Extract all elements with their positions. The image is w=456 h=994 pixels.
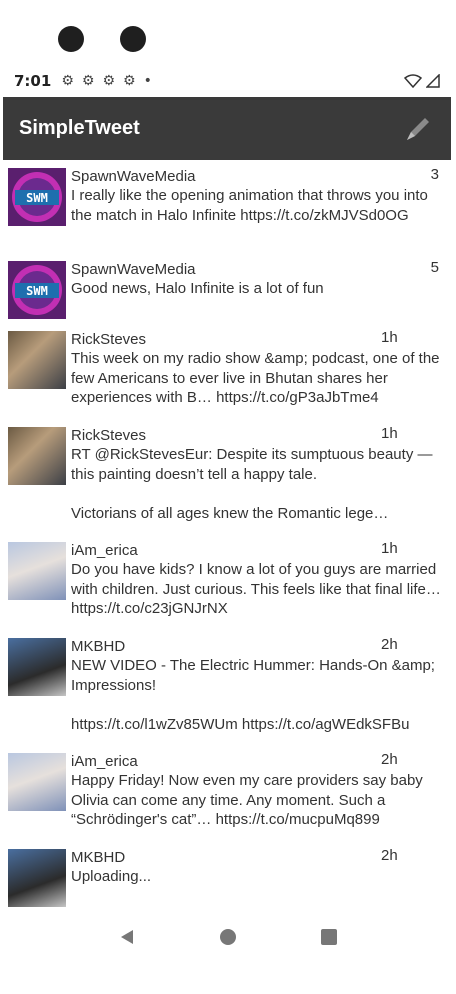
avatar[interactable]	[8, 753, 66, 811]
tweet-item[interactable]: MKBHD 2h NEW VIDEO - The Electric Hummer…	[3, 630, 449, 745]
compose-icon	[407, 117, 429, 140]
tweet-time: 1h	[381, 329, 398, 346]
avatar[interactable]	[8, 638, 66, 696]
settings-icon: ⚙	[102, 73, 115, 89]
tweet-text: Good news, Halo Infinite is a lot of fun	[71, 280, 324, 297]
tweet-time: 2h	[381, 751, 398, 768]
tweet-body: SpawnWaveMedia 5 Good news, Halo Infinit…	[71, 259, 443, 317]
settings-icon: ⚙	[61, 73, 74, 89]
tweet-text: This week on my radio show &amp; podcast…	[71, 350, 440, 406]
recents-button[interactable]	[317, 925, 341, 949]
tweet-item[interactable]: iAm_erica 1h Do you have kids? I know a …	[3, 534, 449, 630]
tweet-header: RickSteves 1h	[71, 425, 443, 445]
svg-text:SWM: SWM	[26, 191, 48, 205]
swm-logo-icon: SWM	[8, 168, 66, 226]
back-button[interactable]	[115, 925, 139, 949]
tweet-time: 5	[430, 259, 439, 276]
tweet-text: Happy Friday! Now even my care providers…	[71, 772, 423, 828]
app-bar: SimpleTweet	[3, 97, 451, 160]
app-title: SimpleTweet	[19, 117, 140, 139]
settings-icon: ⚙	[81, 73, 95, 89]
user-name[interactable]: SpawnWaveMedia	[71, 168, 196, 185]
tweet-body: MKBHD 2h NEW VIDEO - The Electric Hummer…	[71, 636, 443, 739]
tweet-time: 3	[430, 166, 439, 183]
tweet-item[interactable]: MKBHD 2h Uploading...	[3, 841, 449, 908]
user-name[interactable]: RickSteves	[71, 331, 146, 348]
tweet-header: RickSteves 1h	[71, 329, 443, 349]
wifi-icon	[404, 74, 422, 88]
status-time: 7:01	[14, 72, 52, 90]
avatar[interactable]	[8, 331, 66, 389]
tweet-text: NEW VIDEO - The Electric Hummer: Hands-O…	[71, 657, 435, 733]
tweet-time: 2h	[381, 636, 398, 653]
avatar[interactable]: SWM	[8, 261, 66, 319]
avatar[interactable]: SWM	[8, 168, 66, 226]
tweet-item[interactable]: iAm_erica 2h Happy Friday! Now even my c…	[3, 745, 449, 841]
tweet-item[interactable]: RickSteves 1h RT @RickStevesEur: Despite…	[3, 419, 449, 534]
tweet-item[interactable]: SWM SpawnWaveMedia 5 Good news, Halo Inf…	[3, 253, 449, 323]
tweet-item[interactable]: SWM SpawnWaveMedia 3 I really like the o…	[3, 160, 449, 253]
tweet-body: RickSteves 1h RT @RickStevesEur: Despite…	[71, 425, 443, 528]
settings-icon: ⚙	[123, 73, 136, 89]
user-name[interactable]: iAm_erica	[71, 542, 138, 559]
back-icon	[120, 930, 133, 944]
front-camera-secondary	[120, 26, 146, 52]
tweet-header: iAm_erica 2h	[71, 751, 443, 771]
system-nav-bar	[6, 910, 450, 964]
tweet-header: MKBHD 2h	[71, 847, 443, 867]
status-bar: 7:01 ⚙ ⚙ ⚙ ⚙ •	[4, 66, 450, 96]
recents-icon	[321, 929, 338, 945]
user-name[interactable]: iAm_erica	[71, 753, 138, 770]
user-name[interactable]: MKBHD	[71, 849, 125, 866]
user-name[interactable]: SpawnWaveMedia	[71, 261, 196, 278]
status-notification-icons: ⚙ ⚙ ⚙ ⚙ •	[61, 73, 152, 89]
tweet-header: SpawnWaveMedia 3	[71, 166, 443, 186]
tweet-time: 2h	[381, 847, 398, 864]
avatar[interactable]	[8, 542, 66, 600]
tweet-time: 1h	[381, 540, 398, 557]
tweet-body: MKBHD 2h Uploading...	[71, 847, 443, 905]
tweet-text: I really like the opening animation that…	[71, 187, 428, 224]
tweet-body: iAm_erica 2h Happy Friday! Now even my c…	[71, 751, 443, 835]
tweet-body: SpawnWaveMedia 3 I really like the openi…	[71, 166, 443, 247]
swm-logo-icon: SWM	[8, 261, 66, 319]
dot-icon: •	[143, 73, 152, 89]
tweet-body: iAm_erica 1h Do you have kids? I know a …	[71, 540, 443, 624]
tweet-text: Do you have kids? I know a lot of you gu…	[71, 561, 441, 617]
tweet-text: RT @RickStevesEur: Despite its sumptuous…	[71, 446, 433, 522]
tweet-header: SpawnWaveMedia 5	[71, 259, 443, 279]
tweet-body: RickSteves 1h This week on my radio show…	[71, 329, 443, 413]
compose-button[interactable]	[401, 112, 435, 146]
home-button[interactable]	[216, 925, 240, 949]
user-name[interactable]: RickSteves	[71, 427, 146, 444]
timeline-list[interactable]: SWM SpawnWaveMedia 3 I really like the o…	[3, 160, 449, 908]
tweet-time: 1h	[381, 425, 398, 442]
phone-screen: 7:01 ⚙ ⚙ ⚙ ⚙ • SimpleTweet SWM SpawnWave…	[0, 0, 456, 994]
home-icon	[219, 929, 236, 945]
user-name[interactable]: MKBHD	[71, 638, 125, 655]
signal-icon	[426, 74, 440, 88]
front-camera	[58, 26, 84, 52]
tweet-text: Uploading...	[71, 868, 152, 885]
tweet-item[interactable]: RickSteves 1h This week on my radio show…	[3, 323, 449, 419]
tweet-header: MKBHD 2h	[71, 636, 443, 656]
status-system-icons	[404, 74, 440, 88]
avatar[interactable]	[8, 849, 66, 907]
tweet-header: iAm_erica 1h	[71, 540, 443, 560]
avatar[interactable]	[8, 427, 66, 485]
svg-text:SWM: SWM	[26, 284, 48, 298]
